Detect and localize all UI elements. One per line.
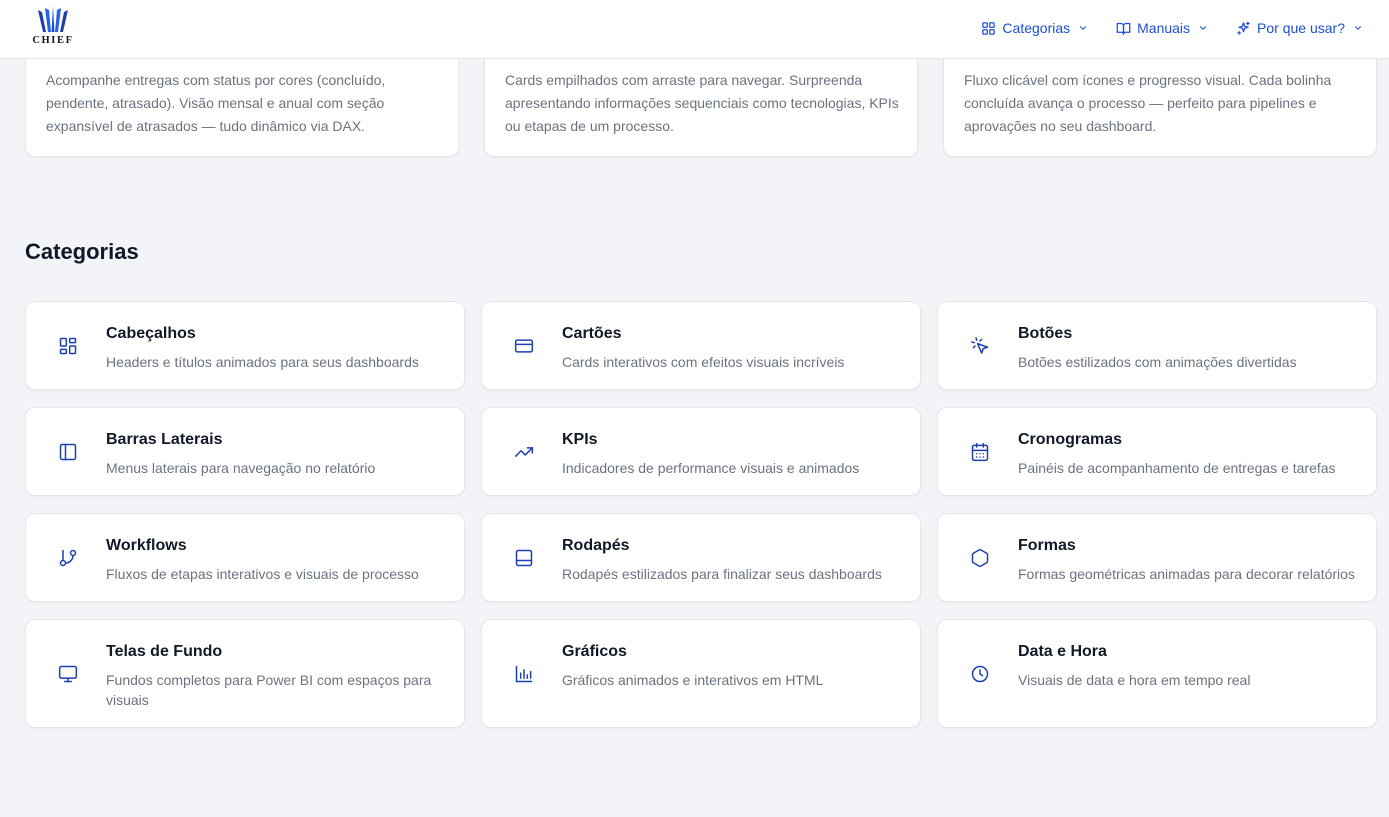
category-card-telas-de-fundo[interactable]: Telas de Fundo Fundos completos para Pow… xyxy=(25,619,465,728)
category-card-graficos[interactable]: Gráficos Gráficos animados e interativos… xyxy=(481,619,921,728)
category-card-cartoes[interactable]: Cartões Cards interativos com efeitos vi… xyxy=(481,301,921,390)
layout-grid-icon xyxy=(58,336,78,356)
category-desc: Headers e títulos animados para seus das… xyxy=(106,354,419,370)
category-card-kpis[interactable]: KPIs Indicadores de performance visuais … xyxy=(481,407,921,496)
chevron-down-icon xyxy=(1080,26,1087,30)
category-card-data-e-hora[interactable]: Data e Hora Visuais de data e hora em te… xyxy=(937,619,1377,728)
hexagon-icon xyxy=(970,548,990,568)
trending-up-icon xyxy=(514,442,534,462)
mouse-pointer-click-icon xyxy=(970,336,990,356)
nav-manuais[interactable]: Manuais xyxy=(1116,20,1208,36)
category-title: Data e Hora xyxy=(1018,643,1107,660)
category-title: Barras Laterais xyxy=(106,431,223,448)
category-desc: Fluxos de etapas interativos e visuais d… xyxy=(106,566,419,582)
category-card-workflows[interactable]: Workflows Fluxos de etapas interativos e… xyxy=(25,513,465,602)
category-title: Cabeçalhos xyxy=(106,325,196,342)
git-branch-icon xyxy=(58,548,78,568)
category-card-cabecalhos[interactable]: Cabeçalhos Headers e títulos animados pa… xyxy=(25,301,465,390)
nav-por-que-usar[interactable]: Por que usar? xyxy=(1236,20,1363,36)
nav-label: Manuais xyxy=(1137,20,1191,36)
calendar-icon xyxy=(970,442,990,462)
brand-name: CHIEF xyxy=(32,35,74,46)
category-desc: Rodapés estilizados para finalizar seus … xyxy=(562,566,882,582)
nav-label: Por que usar? xyxy=(1257,20,1345,36)
category-title: KPIs xyxy=(562,431,598,448)
section-title-categorias: Categorias xyxy=(25,239,139,264)
category-title: Gráficos xyxy=(562,643,627,660)
category-desc: Gráficos animados e interativos em HTML xyxy=(562,672,824,688)
credit-card-icon xyxy=(514,336,534,356)
category-desc: Fundos completos para Power BI com espaç… xyxy=(106,672,432,708)
category-title: Botões xyxy=(1018,325,1073,342)
sparkles-icon xyxy=(1237,21,1250,35)
book-open-icon xyxy=(1116,22,1131,35)
category-title: Formas xyxy=(1018,537,1076,554)
nav-categorias[interactable]: Categorias xyxy=(981,20,1088,36)
category-title: Cronogramas xyxy=(1018,431,1123,448)
grid-icon xyxy=(982,21,996,35)
top-navbar: CHIEF Categorias Manuais Por que usar? xyxy=(0,0,1389,59)
category-desc: Botões estilizados com animações diverti… xyxy=(1018,354,1297,370)
category-card-formas[interactable]: Formas Formas geométricas animadas para … xyxy=(937,513,1377,602)
clock-icon xyxy=(970,664,990,684)
category-desc: Formas geométricas animadas para decorar… xyxy=(1018,566,1355,582)
nav-label: Categorias xyxy=(1002,20,1071,36)
category-card-rodapes[interactable]: Rodapés Rodapés estilizados para finaliz… xyxy=(481,513,921,602)
category-card-botoes[interactable]: Botões Botões estilizados com animações … xyxy=(937,301,1377,390)
bar-chart-icon xyxy=(514,664,534,684)
main-nav: Categorias Manuais Por que usar? xyxy=(981,0,1363,56)
category-desc: Cards interativos com efeitos visuais in… xyxy=(562,354,845,370)
category-desc: Visuais de data e hora em tempo real xyxy=(1018,672,1251,688)
category-desc: Indicadores de performance visuais e ani… xyxy=(562,460,860,476)
feature-card-text: Fluxo clicável com ícones e progresso vi… xyxy=(964,72,1332,134)
feature-card-text: Acompanhe entregas com status por cores … xyxy=(46,72,386,134)
category-desc: Menus laterais para navegação no relatór… xyxy=(106,460,376,476)
chevron-down-icon xyxy=(1200,26,1207,30)
panel-left-icon xyxy=(58,442,78,462)
category-desc: Painéis de acompanhamento de entregas e … xyxy=(1018,460,1336,476)
category-title: Rodapés xyxy=(562,537,630,554)
crown-logo-icon xyxy=(38,6,68,32)
chevron-down-icon xyxy=(1354,26,1362,30)
categories-grid: Cabeçalhos Headers e títulos animados pa… xyxy=(25,301,1377,728)
panel-bottom-icon xyxy=(514,548,534,568)
monitor-icon xyxy=(58,664,78,684)
category-card-cronogramas[interactable]: Cronogramas Painéis de acompanhamento de… xyxy=(937,407,1377,496)
category-card-barras-laterais[interactable]: Barras Laterais Menus laterais para nave… xyxy=(25,407,465,496)
category-title: Cartões xyxy=(562,325,622,342)
category-title: Telas de Fundo xyxy=(106,643,223,660)
feature-card-text: Cards empilhados com arraste para navega… xyxy=(505,72,899,134)
brand-logo[interactable]: CHIEF xyxy=(28,6,78,56)
category-title: Workflows xyxy=(106,537,187,554)
